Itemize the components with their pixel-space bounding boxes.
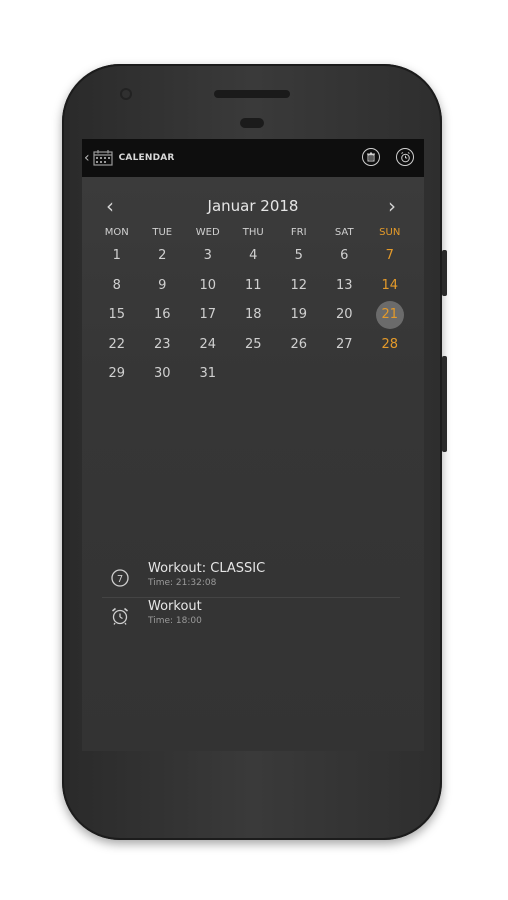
calendar-day[interactable]: 30 (140, 366, 186, 381)
stopwatch-icon: 7 (111, 569, 129, 587)
weekday-header-row: MON TUE WED THU FRI SAT SUN (94, 223, 414, 241)
calendar-day[interactable]: 9 (140, 278, 186, 293)
calendar-day[interactable]: 1 (94, 248, 140, 263)
weekday-label: SAT (334, 226, 354, 238)
calendar-week: 8 9 10 11 12 13 14 (94, 271, 414, 301)
alarm-clock-icon (400, 151, 410, 162)
calendar-day[interactable]: 26 (276, 337, 322, 352)
calendar-day-sunday[interactable]: 14 (367, 278, 413, 293)
event-item[interactable]: 7 Workout: CLASSIC Time: 21:32:08 (82, 559, 424, 598)
weekday-label-sunday: SUN (379, 226, 401, 238)
calendar-day-selected[interactable]: 21 (367, 300, 413, 329)
front-camera (120, 88, 132, 100)
weekday-label: MON (104, 226, 129, 238)
calendar-day[interactable]: 4 (231, 248, 277, 263)
next-month-icon[interactable]: › (388, 194, 396, 218)
app-title: CALENDAR (118, 153, 175, 163)
event-time: Time: 18:00 (148, 616, 202, 626)
calendar-day[interactable]: 24 (185, 337, 231, 352)
weekday-label: WED (195, 226, 220, 238)
back-chevron-icon[interactable]: ‹ (84, 150, 90, 166)
calendar-day[interactable]: 10 (185, 278, 231, 293)
calendar-day-sunday[interactable]: 7 (367, 248, 413, 263)
calendar-week: 15 16 17 18 19 20 21 (94, 300, 414, 330)
weekday-label: FRI (290, 226, 307, 238)
alarm-clock-icon (111, 607, 129, 625)
calendar-week: 1 2 3 4 5 6 7 (94, 241, 414, 271)
calendar-day[interactable]: 31 (185, 366, 231, 381)
calendar-day[interactable]: 15 (94, 307, 140, 322)
calendar-day[interactable]: 25 (231, 337, 277, 352)
power-button (442, 250, 447, 296)
calendar-day[interactable]: 16 (140, 307, 186, 322)
calendar-day-sunday[interactable]: 28 (367, 337, 413, 352)
delete-button[interactable] (362, 148, 380, 166)
month-navigation: ‹ Januar 2018 › (82, 194, 424, 218)
calendar-day[interactable]: 2 (140, 248, 186, 263)
calendar-week: 22 23 24 25 26 27 28 (94, 330, 414, 360)
phone-frame: ‹ CALENDAR ‹ Januar 2018 › MON TUE WED T… (62, 64, 447, 840)
calendar-day[interactable]: 17 (185, 307, 231, 322)
calendar-day[interactable]: 13 (322, 278, 368, 293)
app-screen: ‹ CALENDAR ‹ Januar 2018 › MON TUE WED T… (82, 139, 424, 751)
event-list: 7 Workout: CLASSIC Time: 21:32:08 Workou… (82, 559, 424, 635)
calendar-day[interactable]: 5 (276, 248, 322, 263)
calendar-day[interactable]: 6 (322, 248, 368, 263)
calendar-grid: MON TUE WED THU FRI SAT SUN 1 2 3 4 5 6 … (94, 223, 414, 389)
app-bar: ‹ CALENDAR (82, 139, 424, 177)
event-title: Workout: CLASSIC (148, 561, 266, 576)
add-alarm-button[interactable] (396, 148, 414, 166)
calendar-day[interactable]: 19 (276, 307, 322, 322)
calendar-day[interactable]: 22 (94, 337, 140, 352)
weekday-label: TUE (152, 226, 173, 238)
calendar-week: 29 30 31 (94, 359, 414, 389)
calendar-day[interactable]: 8 (94, 278, 140, 293)
month-label: Januar 2018 (207, 197, 299, 215)
svg-text:7: 7 (117, 574, 123, 585)
calendar-day[interactable]: 27 (322, 337, 368, 352)
volume-button (442, 356, 447, 452)
calendar-day[interactable]: 23 (140, 337, 186, 352)
calendar-day[interactable]: 20 (322, 307, 368, 322)
calendar-day[interactable]: 12 (276, 278, 322, 293)
selected-day-marker: 21 (375, 300, 404, 329)
earpiece-speaker (214, 90, 290, 98)
calendar-day[interactable]: 29 (94, 366, 140, 381)
calendar-day[interactable]: 3 (185, 248, 231, 263)
event-title: Workout (148, 599, 202, 614)
calendar-day[interactable]: 11 (231, 278, 277, 293)
proximity-sensor (240, 118, 264, 128)
event-time: Time: 21:32:08 (148, 578, 217, 588)
weekday-label: THU (242, 226, 264, 238)
calendar-icon (93, 150, 113, 166)
calendar-day[interactable]: 18 (231, 307, 277, 322)
event-item[interactable]: Workout Time: 18:00 (82, 597, 424, 635)
trash-icon (367, 152, 375, 162)
